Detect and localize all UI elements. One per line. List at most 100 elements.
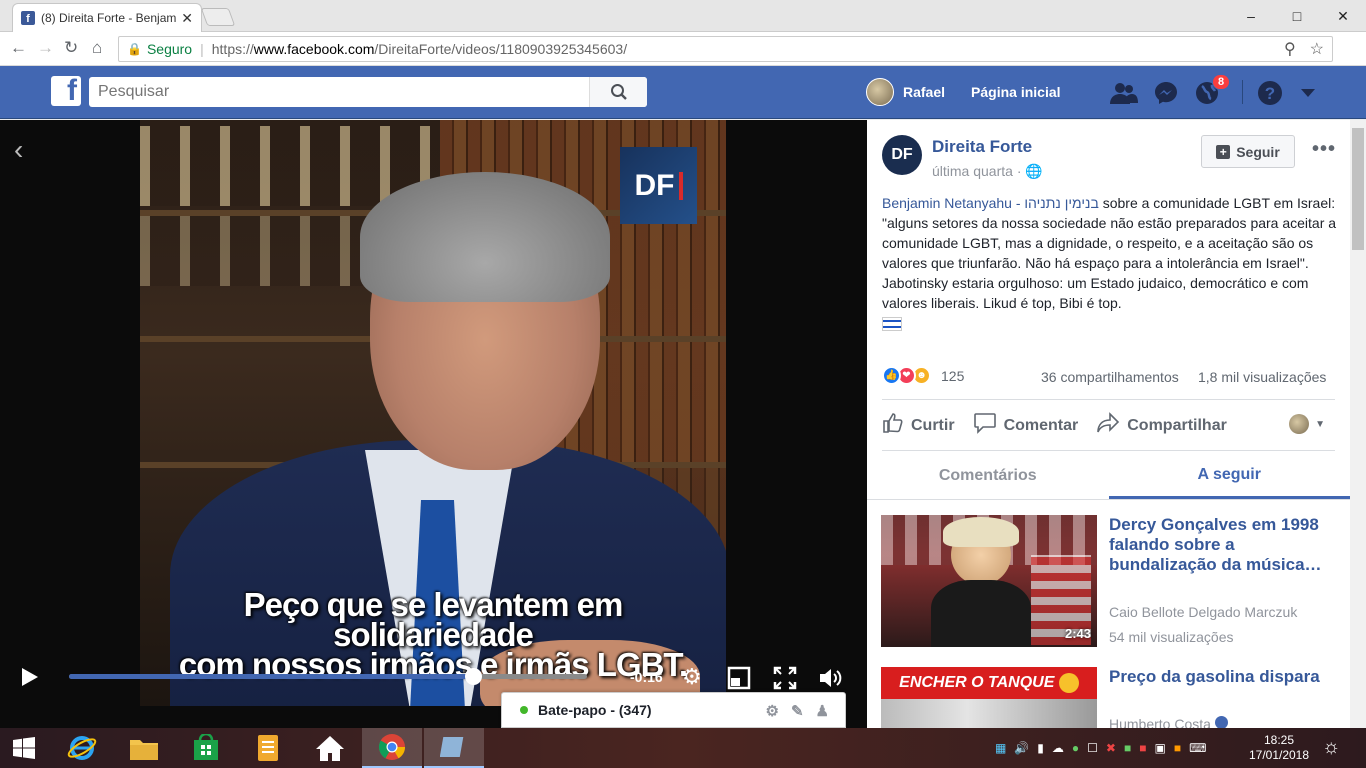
video-thumbnail[interactable]: 2:43 [881,515,1097,647]
search-icon [610,84,627,100]
scrollbar-thumb[interactable] [1352,128,1364,250]
post-panel: DF Direita Forte última quarta · 🌐 + Seg… [867,120,1350,728]
app-window-icon[interactable] [424,728,484,768]
mention-link[interactable]: Benjamin Netanyahu - בנימין נתניהו [882,195,1099,211]
follow-button[interactable]: + Seguir [1201,135,1295,168]
home-link[interactable]: Página inicial [971,84,1060,100]
messenger-icon[interactable] [1152,79,1180,107]
friend-requests-icon[interactable] [1110,79,1138,107]
action-center-icon[interactable]: ☼ [1322,736,1340,759]
tray-app-icon[interactable]: ● [1072,741,1079,755]
windows-taskbar: ▦ 🔊 ▮ ☁ ● ☐ ✖ ■ ■ ▣ ■ ⌨ 18:25 17/01/2018… [0,728,1366,768]
user-name-link[interactable]: Rafael [903,84,945,100]
play-icon[interactable] [22,668,38,686]
video-thumbnail[interactable]: ENCHER O TANQUE [881,667,1097,728]
home-icon[interactable]: ⌂ [92,38,102,58]
chevron-left-icon[interactable]: ‹ [14,134,23,166]
tray-app-icon[interactable]: ▣ [1154,741,1165,755]
create-group-icon[interactable]: ♟ [816,702,829,720]
share-as-selector[interactable]: ▼ [1289,414,1325,434]
video-title-link[interactable]: Preço da gasolina dispara [1109,667,1334,687]
bookmark-star-icon[interactable]: ☆ [1310,39,1324,59]
tray-app-icon[interactable]: ✖ [1106,741,1116,755]
reload-icon[interactable]: ↻ [64,38,78,58]
thumbs-up-icon [882,412,904,439]
user-avatar [1289,414,1310,434]
like-reaction-icon: 👍 [882,366,901,385]
up-next-video-item[interactable]: 2:43 Dercy Gonçalves em 1998 falando sob… [881,515,1341,647]
zoom-icon[interactable]: ⚲ [1284,39,1296,59]
notepad-app-icon[interactable] [238,728,298,768]
system-clock[interactable]: 18:25 17/01/2018 [1246,733,1312,763]
tray-app-icon[interactable]: ▦ [995,741,1006,755]
chat-settings-icon[interactable]: ⚙ [766,702,779,720]
account-menu-chevron-icon[interactable] [1294,79,1322,107]
up-next-video-item[interactable]: ENCHER O TANQUE Preço da gasolina dispar… [881,667,1341,728]
facebook-header: f Rafael Página inicial 8 ? [0,66,1366,119]
close-tab-icon[interactable]: ✕ [181,10,193,27]
chat-label: Bate-papo - (347) [538,702,652,718]
back-arrow-icon[interactable]: ← [10,38,27,58]
close-window-icon[interactable]: ✕ [1320,0,1366,32]
video-title-link[interactable]: Dercy Gonçalves em 1998 falando sobre a … [1109,515,1334,575]
like-button[interactable]: Curtir [882,412,955,439]
thumbnail-caption: ENCHER O TANQUE [881,667,1097,699]
tray-app-icon[interactable]: ■ [1124,741,1131,755]
search-box [89,77,647,107]
maximize-icon[interactable]: □ [1274,0,1320,32]
chrome-taskbar-icon[interactable] [362,728,422,768]
direita-forte-logo: DF [620,147,697,224]
progress-fill [69,674,474,679]
internet-explorer-icon[interactable] [52,728,112,768]
tray-app-icon[interactable]: ■ [1139,741,1146,755]
new-tab-button[interactable] [200,8,236,26]
page-avatar[interactable]: DF [882,135,922,175]
forward-arrow-icon[interactable]: → [37,38,54,58]
tray-app-icon[interactable]: ☁ [1052,741,1064,755]
tray-app-icon[interactable]: ■ [1174,741,1181,755]
tab-comments[interactable]: Comentários [867,453,1109,499]
speaker-hair [360,172,610,302]
share-button[interactable]: Compartilhar [1096,412,1227,439]
facebook-logo-icon[interactable]: f [51,76,81,106]
url-text: https://www.facebook.com/DireitaForte/vi… [211,41,628,57]
new-message-icon[interactable]: ✎ [791,702,804,720]
user-avatar[interactable] [866,78,894,106]
address-bar[interactable]: 🔒 Seguro | https://www.facebook.com/Dire… [118,36,1333,62]
video-player[interactable]: DF Peço que se levantem em solidariedade… [0,120,867,728]
settings-gear-icon[interactable]: ⚙ [682,664,702,690]
video-author[interactable]: Humberto Costa [1109,716,1228,728]
tray-app-icon[interactable]: ☐ [1087,741,1098,755]
post-text: Benjamin Netanyahu - בנימין נתניהו sobre… [882,195,1337,311]
more-options-icon[interactable]: ••• [1312,138,1336,161]
share-arrow-icon [1096,412,1120,439]
page-scrollbar[interactable] [1350,120,1366,728]
notifications-badge: 8 [1212,74,1231,90]
system-tray: ▦ 🔊 ▮ ☁ ● ☐ ✖ ■ ■ ▣ ■ ⌨ [995,728,1206,768]
network-signal-icon[interactable]: ▮ [1037,741,1044,755]
search-input[interactable] [89,83,589,101]
minimize-icon[interactable]: – [1228,0,1274,32]
speaker-icon[interactable]: 🔊 [1014,741,1029,755]
help-icon[interactable]: ? [1256,79,1284,107]
keyboard-icon[interactable]: ⌨ [1189,741,1206,755]
search-button[interactable] [589,77,647,107]
reactions-count: 125 [941,367,965,384]
store-icon[interactable] [176,728,236,768]
header-divider [1242,80,1243,104]
house-app-icon[interactable] [300,728,360,768]
comment-button[interactable]: Comentar [973,412,1078,439]
progress-handle[interactable] [465,668,483,685]
secure-label: Seguro [146,41,193,57]
chat-bar[interactable]: Bate-papo - (347) ⚙ ✎ ♟ [501,692,846,728]
page-name-link[interactable]: Direita Forte [932,137,1032,157]
shares-count[interactable]: 36 compartilhamentos [1041,369,1179,385]
browser-tab[interactable]: f (8) Direita Forte - Benjam ✕ [12,3,202,32]
tab-up-next[interactable]: A seguir [1108,453,1350,499]
windows-start-icon[interactable] [0,728,48,768]
progress-bar[interactable] [69,668,587,685]
post-timestamp[interactable]: última quarta · 🌐 [932,163,1043,180]
reactions-summary[interactable]: 👍 ❤ ☻ 125 [882,366,964,385]
video-author[interactable]: Caio Bellote Delgado Marczuk [1109,604,1297,620]
file-explorer-icon[interactable] [114,728,174,768]
